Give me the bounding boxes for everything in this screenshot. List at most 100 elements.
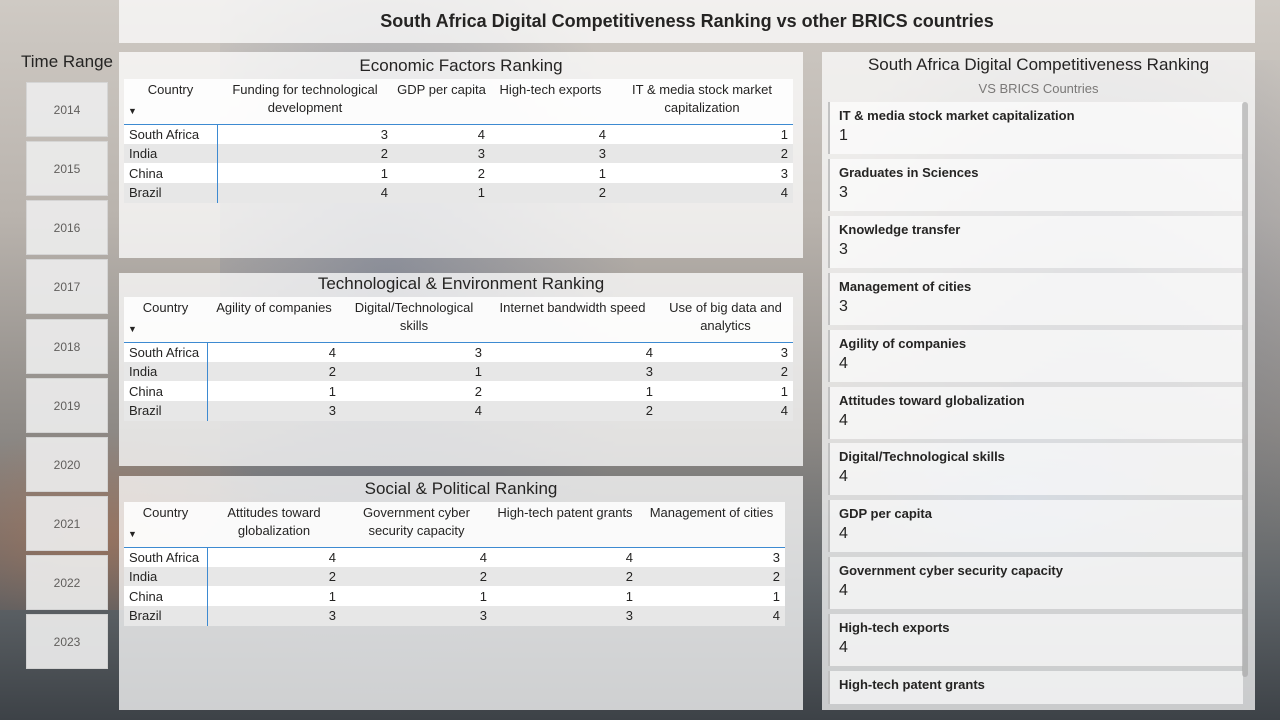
- card-value: 3: [839, 297, 848, 315]
- sort-down-icon[interactable]: ▼: [128, 320, 137, 338]
- rank-cell: 1: [207, 381, 341, 402]
- table-row[interactable]: China 1 1 1 1: [124, 586, 785, 607]
- ranking-summary-panel: South Africa Digital Competitiveness Ran…: [822, 52, 1255, 710]
- table-row[interactable]: India 2 1 3 2: [124, 361, 793, 382]
- column-header-country[interactable]: Country ▼: [124, 79, 217, 125]
- year-button-2015[interactable]: 2015: [26, 141, 108, 196]
- rank-cell: 1: [341, 586, 492, 607]
- rank-cell: 2: [207, 361, 341, 382]
- rank-cell: 2: [611, 143, 793, 164]
- table-row[interactable]: China 1 2 1 1: [124, 381, 793, 402]
- year-button-2021[interactable]: 2021: [26, 496, 108, 551]
- card-value: 4: [839, 468, 848, 486]
- column-header[interactable]: Management of cities: [638, 502, 785, 548]
- rank-cell: 4: [207, 547, 341, 567]
- panel-title: South Africa Digital Competitiveness Ran…: [867, 55, 1210, 74]
- table-row[interactable]: India 2 2 2 2: [124, 566, 785, 587]
- ranking-card: Knowledge transfer 3: [828, 215, 1243, 268]
- column-header[interactable]: IT & media stock market capitalization: [611, 79, 793, 125]
- card-label: Attitudes toward globalization: [839, 392, 1025, 408]
- table-row[interactable]: South Africa 4 4 4 3: [124, 547, 785, 567]
- economic-factors-panel: Economic Factors Ranking Country ▼ Funding…: [119, 52, 803, 258]
- ranking-card: Graduates in Sciences 3: [828, 158, 1243, 211]
- table-row[interactable]: Brazil 3 4 2 4: [124, 401, 793, 421]
- technological-environment-panel: Technological & Environment Ranking Coun…: [119, 273, 803, 466]
- panel-title: Economic Factors Ranking: [359, 56, 563, 75]
- column-header-country[interactable]: Country ▼: [124, 502, 207, 548]
- ranking-card: Agility of companies 4: [828, 329, 1243, 382]
- column-header[interactable]: GDP per capita: [393, 79, 490, 125]
- country-cell: India: [124, 361, 208, 382]
- rank-cell: 2: [217, 143, 393, 164]
- column-header[interactable]: High-tech exports: [490, 79, 611, 125]
- year-button-2017[interactable]: 2017: [26, 259, 108, 314]
- rank-cell: 3: [393, 143, 490, 164]
- ranking-card: IT & media stock market capitalization 1: [828, 102, 1243, 154]
- year-button-2022[interactable]: 2022: [26, 555, 108, 610]
- economic-ranking-table: Country ▼ Funding for technological develo…: [124, 79, 793, 203]
- card-label: High-tech patent grants: [839, 677, 985, 692]
- year-button-2023[interactable]: 2023: [26, 614, 108, 669]
- rank-cell: 3: [658, 342, 793, 362]
- rank-cell: 4: [492, 547, 638, 567]
- card-label: Digital/Technological skills: [839, 449, 1005, 465]
- column-header[interactable]: Attitudes toward globalization: [207, 502, 341, 548]
- sort-down-icon[interactable]: ▼: [128, 525, 137, 543]
- column-header[interactable]: Digital/Technological skills: [341, 297, 487, 343]
- column-header-label: Country: [147, 82, 194, 97]
- rank-cell: 2: [341, 381, 487, 402]
- rank-cell: 4: [341, 547, 492, 567]
- year-button-2018[interactable]: 2018: [26, 319, 108, 374]
- rank-cell: 4: [341, 401, 487, 421]
- rank-cell: 1: [492, 586, 638, 607]
- card-value: 4: [839, 411, 848, 429]
- panel-subtitle: VS BRICS Countries: [978, 81, 1099, 96]
- country-cell: Brazil: [124, 401, 208, 421]
- year-button-2020[interactable]: 2020: [26, 437, 108, 492]
- column-header[interactable]: High-tech patent grants: [492, 502, 638, 548]
- rank-cell: 1: [487, 381, 658, 402]
- country-cell: South Africa: [124, 547, 208, 567]
- country-cell: China: [124, 163, 218, 184]
- year-button-2019[interactable]: 2019: [26, 378, 108, 433]
- rank-cell: 4: [217, 183, 393, 203]
- country-cell: India: [124, 143, 218, 164]
- rank-cell: 3: [638, 547, 785, 567]
- technological-ranking-table: Country ▼ Agility of companies Digital/Tech…: [124, 297, 793, 421]
- card-value: 4: [839, 354, 848, 372]
- table-row[interactable]: South Africa 3 4 4 1: [124, 124, 793, 144]
- column-header[interactable]: Internet bandwidth speed: [487, 297, 658, 343]
- rank-cell: 1: [611, 124, 793, 144]
- ranking-card-list[interactable]: IT & media stock market capitalization 1 G…: [828, 102, 1243, 704]
- table-row[interactable]: South Africa 4 3 4 3: [124, 342, 793, 362]
- table-row[interactable]: China 1 2 1 3: [124, 163, 793, 184]
- scrollbar[interactable]: [1242, 102, 1248, 677]
- ranking-card: High-tech patent grants: [828, 671, 1243, 704]
- social-ranking-table: Country ▼ Attitudes toward globalization Go…: [124, 502, 785, 626]
- rank-cell: 1: [658, 381, 793, 402]
- ranking-card: GDP per capita 4: [828, 500, 1243, 553]
- year-button-2014[interactable]: 2014: [26, 82, 108, 137]
- card-label: Management of cities: [839, 278, 972, 294]
- rank-cell: 2: [207, 566, 341, 587]
- rank-cell: 3: [217, 124, 393, 144]
- table-row[interactable]: Brazil 4 1 2 4: [124, 183, 793, 203]
- column-header-country[interactable]: Country ▼: [124, 297, 207, 343]
- rank-cell: 1: [490, 163, 611, 184]
- ranking-card: High-tech exports 4: [828, 614, 1243, 667]
- ranking-card: Digital/Technological skills 4: [828, 443, 1243, 496]
- rank-cell: 4: [207, 342, 341, 362]
- rank-cell: 2: [487, 401, 658, 421]
- column-header[interactable]: Agility of companies: [207, 297, 341, 343]
- column-header[interactable]: Funding for technological development: [217, 79, 393, 125]
- column-header[interactable]: Use of big data and analytics: [658, 297, 793, 343]
- sort-down-icon[interactable]: ▼: [128, 102, 137, 120]
- rank-cell: 3: [492, 606, 638, 626]
- column-header-label: Country: [142, 505, 189, 520]
- column-header[interactable]: Government cyber security capacity: [341, 502, 492, 548]
- year-button-2016[interactable]: 2016: [26, 200, 108, 255]
- rank-cell: 3: [341, 342, 487, 362]
- rank-cell: 3: [490, 143, 611, 164]
- table-row[interactable]: Brazil 3 3 3 4: [124, 606, 785, 626]
- table-row[interactable]: India 2 3 3 2: [124, 143, 793, 164]
